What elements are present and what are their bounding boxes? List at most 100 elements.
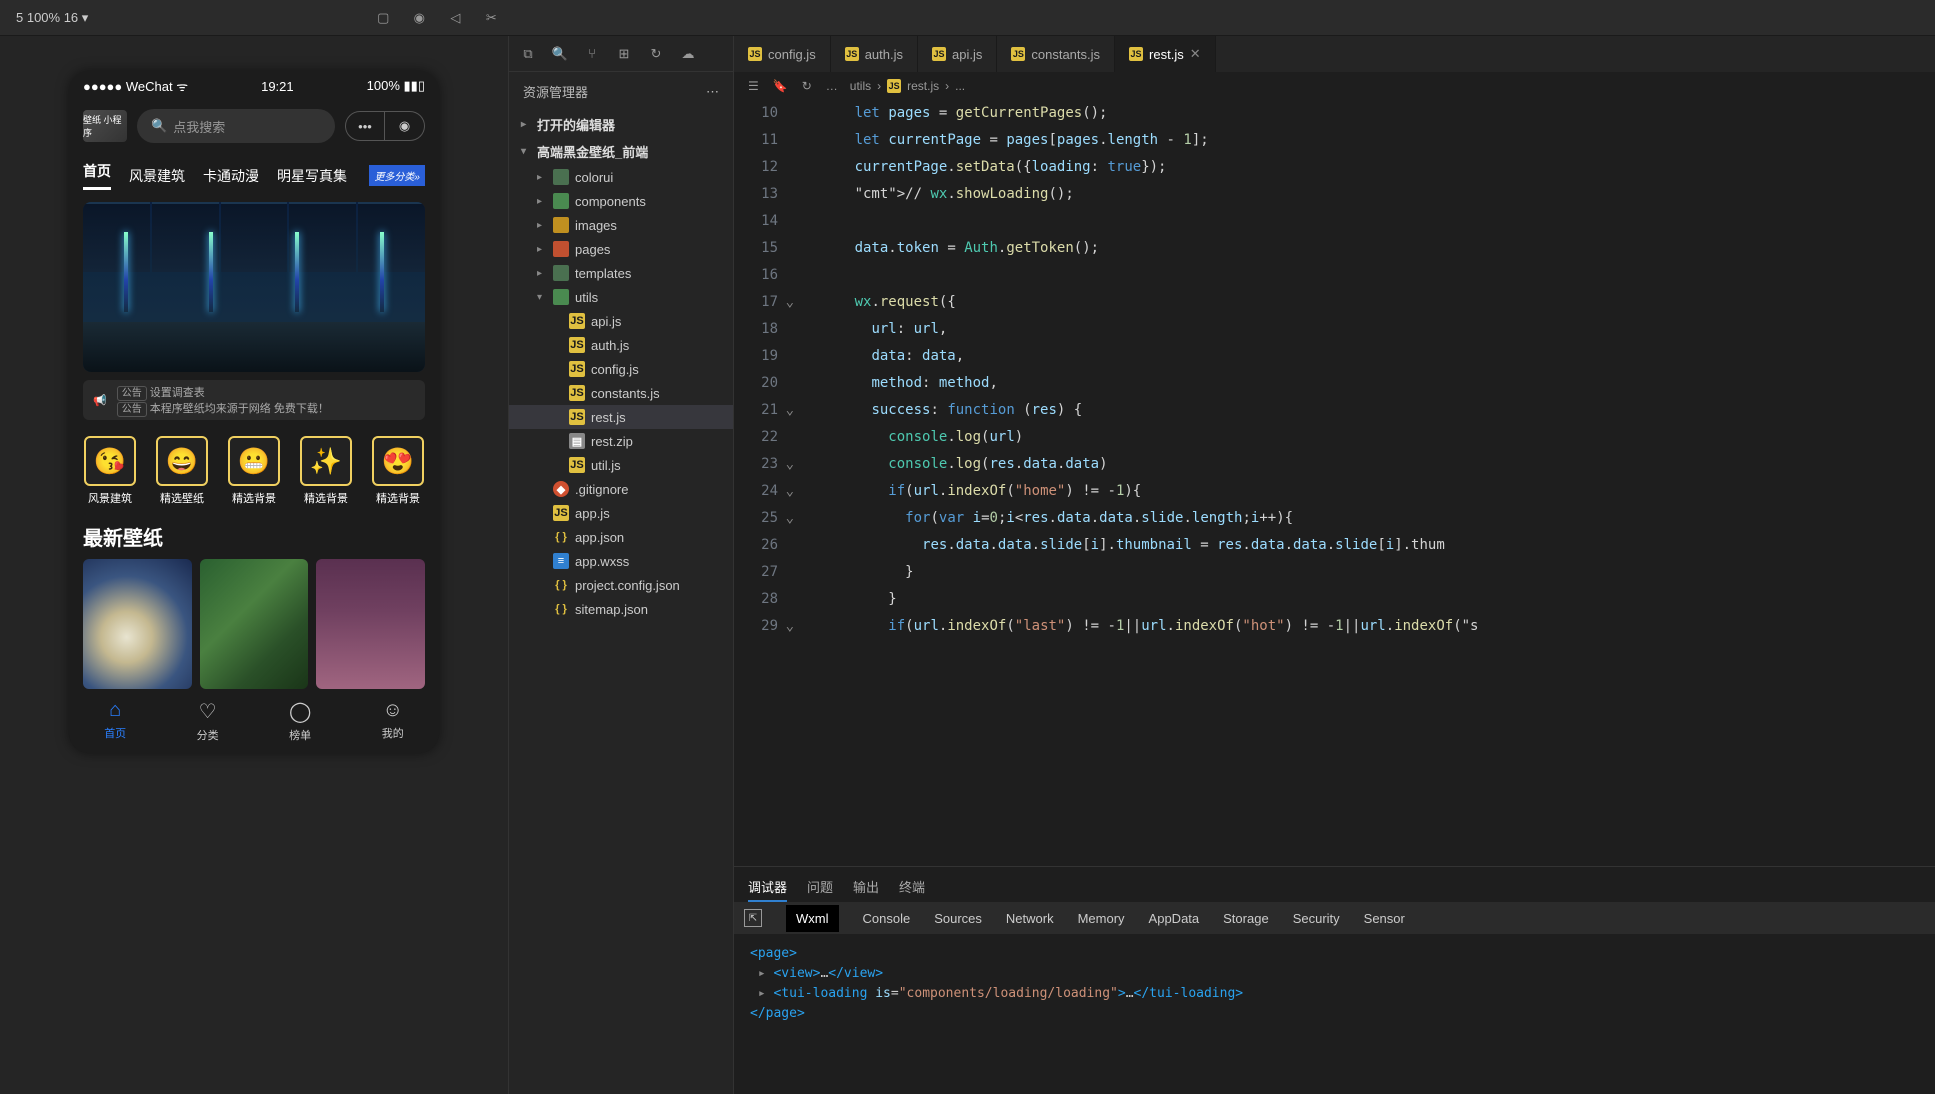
copy-icon[interactable]: ⧉ xyxy=(519,45,537,63)
search-icon[interactable]: 🔍 xyxy=(551,45,569,63)
tab-star[interactable]: 明星写真集 xyxy=(277,166,347,186)
tree-item[interactable]: ▸templates xyxy=(509,261,733,285)
close-icon[interactable]: ✕ xyxy=(1190,46,1201,62)
mute-icon[interactable]: ◁ xyxy=(446,9,464,27)
chevron-icon: ▸ xyxy=(537,220,547,231)
inspector-icon[interactable]: ⇱ xyxy=(744,909,762,927)
device-icon[interactable]: ▢ xyxy=(374,9,392,27)
tree-item[interactable]: ≡app.wxss xyxy=(509,549,733,573)
open-editors-section[interactable]: ▸ 打开的编辑器 xyxy=(509,111,733,138)
file-name: rest.zip xyxy=(591,434,633,449)
search-input[interactable]: 🔍 点我搜索 xyxy=(137,109,335,143)
devtool-tab[interactable]: Wxml xyxy=(786,905,839,932)
redo-icon[interactable]: ↻ xyxy=(802,79,812,93)
nav-icon: ◯ xyxy=(289,699,311,724)
tree-item[interactable]: ▸colorui xyxy=(509,165,733,189)
tree-item[interactable]: ▸pages xyxy=(509,237,733,261)
record-icon[interactable]: ◉ xyxy=(410,9,428,27)
branch-icon[interactable]: ⑂ xyxy=(583,45,601,63)
js-icon: JS xyxy=(845,47,859,61)
wallpaper-thumb[interactable] xyxy=(200,559,309,689)
editor-tab[interactable]: JSrest.js✕ xyxy=(1115,36,1216,72)
category-card[interactable]: 😬精选背景 xyxy=(223,436,285,506)
panel-tab[interactable]: 调试器 xyxy=(748,873,787,902)
tree-item[interactable]: ▸components xyxy=(509,189,733,213)
file-name: .gitignore xyxy=(575,482,628,497)
category-label: 精选壁纸 xyxy=(160,490,204,506)
tree-item[interactable]: { }project.config.json xyxy=(509,573,733,597)
category-card[interactable]: ✨精选背景 xyxy=(295,436,357,506)
category-card[interactable]: 😄精选壁纸 xyxy=(151,436,213,506)
file-name: app.js xyxy=(575,506,610,521)
bookmark-icon[interactable]: 🔖 xyxy=(773,79,788,93)
bottom-nav-item[interactable]: ⌂首页 xyxy=(104,699,126,743)
breadcrumb[interactable]: utils › JS rest.js › ... xyxy=(850,79,965,93)
cloud-icon[interactable]: ☁ xyxy=(679,45,697,63)
refresh-icon[interactable]: ↻ xyxy=(647,45,665,63)
cut-icon[interactable]: ✂ xyxy=(482,9,500,27)
tree-item[interactable]: JSutil.js xyxy=(509,453,733,477)
category-card[interactable]: 😍精选背景 xyxy=(367,436,429,506)
category-card[interactable]: 😘风景建筑 xyxy=(79,436,141,506)
file-icon xyxy=(553,241,569,257)
tree-item[interactable]: JSapi.js xyxy=(509,309,733,333)
emoji-icon: 😘 xyxy=(84,436,136,486)
editor-tab[interactable]: JSauth.js xyxy=(831,36,918,72)
tree-item[interactable]: ▾utils xyxy=(509,285,733,309)
editor-tab[interactable]: JSconstants.js xyxy=(997,36,1115,72)
file-icon: { } xyxy=(553,601,569,617)
tab-cartoon[interactable]: 卡通动漫 xyxy=(203,166,259,186)
panel-tab[interactable]: 终端 xyxy=(899,873,925,902)
tree-item[interactable]: JSconfig.js xyxy=(509,357,733,381)
code-editor[interactable]: 1011121314151617⌄18192021⌄2223⌄24⌄25⌄262… xyxy=(734,100,1935,866)
devtool-tab[interactable]: Network xyxy=(1006,911,1054,926)
editor-tab[interactable]: JSconfig.js xyxy=(734,36,831,72)
wallpaper-thumb[interactable] xyxy=(316,559,425,689)
capsule-close-icon[interactable]: ◉ xyxy=(385,111,425,141)
devtool-tab[interactable]: Memory xyxy=(1078,911,1125,926)
capsule-menu-icon[interactable]: ••• xyxy=(345,111,385,141)
split-icon[interactable]: ☰ xyxy=(748,79,759,93)
devtool-tab[interactable]: Storage xyxy=(1223,911,1269,926)
file-icon: JS xyxy=(569,409,585,425)
project-section[interactable]: ▾ 高端黑金壁纸_前端 xyxy=(509,138,733,165)
tree-item[interactable]: ▸images xyxy=(509,213,733,237)
file-name: sitemap.json xyxy=(575,602,648,617)
chevron-down-icon: ▾ xyxy=(521,146,531,157)
bottom-nav-item[interactable]: ♡分类 xyxy=(197,699,219,743)
bottom-nav-item[interactable]: ☺我的 xyxy=(382,699,404,743)
devtool-tab[interactable]: Console xyxy=(863,911,911,926)
zoom-indicator[interactable]: 5 100% 16 ▾ xyxy=(10,8,94,28)
chevron-icon: ▸ xyxy=(537,268,547,279)
tab-home[interactable]: 首页 xyxy=(83,161,111,190)
tree-item[interactable]: JSauth.js xyxy=(509,333,733,357)
bottom-nav-item[interactable]: ◯榜单 xyxy=(289,699,311,743)
extensions-icon[interactable]: ⊞ xyxy=(615,45,633,63)
file-icon: JS xyxy=(569,337,585,353)
editor-tab[interactable]: JSapi.js xyxy=(918,36,997,72)
tree-item[interactable]: ◆.gitignore xyxy=(509,477,733,501)
more-icon[interactable]: ⋯ xyxy=(706,84,719,100)
emoji-icon: 😬 xyxy=(228,436,280,486)
panel-tab[interactable]: 输出 xyxy=(853,873,879,902)
nav-icon: ♡ xyxy=(199,699,217,724)
tree-item[interactable]: { } sitemap.json xyxy=(509,597,733,621)
tab-scenery[interactable]: 风景建筑 xyxy=(129,166,185,186)
tree-item[interactable]: JSapp.js xyxy=(509,501,733,525)
tree-item[interactable]: JSrest.js xyxy=(509,405,733,429)
devtool-tab[interactable]: AppData xyxy=(1149,911,1200,926)
tree-item[interactable]: ▤rest.zip xyxy=(509,429,733,453)
panel-tab[interactable]: 问题 xyxy=(807,873,833,902)
file-icon: { } xyxy=(553,529,569,545)
file-name: utils xyxy=(575,290,598,305)
devtool-tab[interactable]: Security xyxy=(1293,911,1340,926)
tree-item[interactable]: JSconstants.js xyxy=(509,381,733,405)
wallpaper-thumb[interactable] xyxy=(83,559,192,689)
devtool-tab[interactable]: Sources xyxy=(934,911,982,926)
wxml-tree[interactable]: <page> ▸ <view>…</view> ▸ <tui-loading i… xyxy=(734,934,1935,1034)
devtool-tab[interactable]: Sensor xyxy=(1364,911,1405,926)
file-icon: JS xyxy=(569,457,585,473)
hero-banner[interactable] xyxy=(83,202,425,372)
tree-item[interactable]: { }app.json xyxy=(509,525,733,549)
more-categories[interactable]: 更多分类» xyxy=(369,165,425,186)
